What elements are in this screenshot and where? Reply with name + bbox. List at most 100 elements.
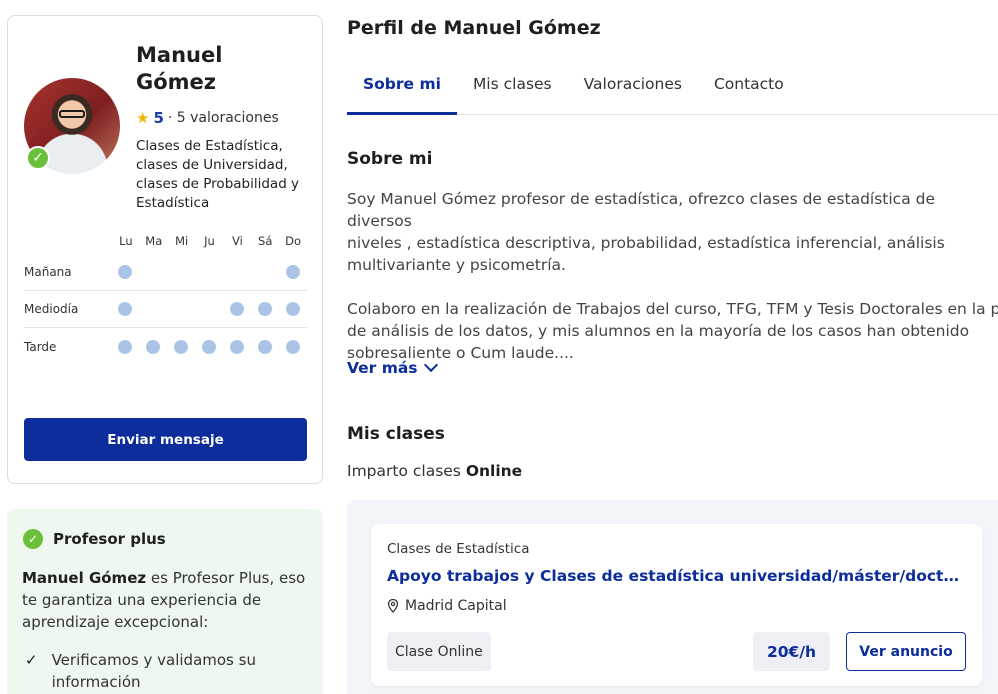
availability-row: Mediodía (24, 291, 307, 328)
availability-cell (139, 265, 167, 279)
availability-cell (111, 265, 139, 279)
map-pin-icon (387, 599, 399, 613)
class-category: Clases de Estadística (387, 541, 530, 557)
send-message-button[interactable]: Enviar mensaje (24, 418, 307, 461)
available-dot (173, 339, 188, 354)
tab-valoraciones[interactable]: Valoraciones (568, 62, 698, 115)
profile-tabs: Sobre mi Mis clases Valoraciones Contact… (347, 62, 998, 115)
about-text: Soy Manuel Gómez profesor de estadística… (347, 188, 998, 364)
availability-cell (111, 339, 139, 354)
plus-header: ✓ Profesor plus (23, 529, 166, 549)
tab-sobre-mi[interactable]: Sobre mi (347, 62, 457, 115)
availability-cell (167, 265, 195, 279)
day-label: Mi (175, 234, 189, 248)
classes-panel: Clases de Estadística Apoyo trabajos y C… (347, 500, 998, 694)
location-text: Madrid Capital (405, 598, 507, 614)
checkmark-icon: ✓ (25, 651, 38, 669)
day-label: Ma (145, 234, 163, 248)
unavailable-slot (258, 265, 272, 279)
unavailable-slot (146, 302, 160, 316)
chevron-down-icon (423, 357, 438, 373)
availability-cell (279, 265, 307, 279)
verified-check-icon: ✓ (26, 146, 50, 170)
availability-table: Lu Ma Mi Ju Vi Sá Do Mañana Mediodía Tarde (24, 234, 307, 365)
unavailable-slot (202, 302, 216, 316)
classes-title: Mis clases (347, 424, 445, 444)
availability-cell (167, 339, 195, 354)
page-title: Perfil de Manuel Gómez (347, 17, 601, 39)
plus-item-text: Verificamos y validamos su información (51, 651, 256, 691)
availability-cell (251, 265, 279, 279)
availability-cell (223, 339, 251, 354)
about-paragraph-2-rest: de análisis de los datos, y mis alumnos … (347, 322, 970, 362)
see-more-link[interactable]: Ver más (347, 357, 438, 377)
teaches-prefix: Imparto clases (347, 462, 466, 480)
availability-row: Mañana (24, 254, 307, 291)
available-dot (201, 339, 216, 354)
available-dot (285, 339, 300, 354)
unavailable-slot (202, 265, 216, 279)
availability-cell (167, 302, 195, 316)
see-more-label: Ver más (347, 359, 418, 377)
day-label: Lu (119, 234, 133, 248)
rating-count[interactable]: · 5 valoraciones (168, 110, 279, 126)
profile-card: ✓ Manuel Gómez ★ 5 · 5 valoraciones Clas… (7, 15, 323, 484)
star-icon: ★ (136, 109, 150, 127)
availability-cell (251, 302, 279, 316)
plus-title: Profesor plus (53, 530, 166, 548)
available-dot (285, 302, 300, 316)
availability-cell (195, 302, 223, 316)
availability-row: Tarde (24, 328, 307, 365)
teaches-mode-value: Online (465, 462, 523, 480)
available-dot (145, 339, 160, 354)
rating-row: ★ 5 · 5 valoraciones (136, 109, 279, 127)
available-dot (229, 339, 244, 354)
availability-cell (111, 302, 139, 316)
availability-cell (139, 302, 167, 316)
class-location: Madrid Capital (387, 598, 507, 614)
unavailable-slot (146, 265, 160, 279)
available-dot (229, 302, 244, 316)
view-ad-button[interactable]: Ver anuncio (846, 632, 966, 671)
availability-cell (223, 265, 251, 279)
available-dot (117, 302, 132, 316)
about-paragraph-2: Colaboro en la realización de Trabajos d… (347, 298, 998, 364)
availability-cell (223, 302, 251, 316)
availability-cell (195, 265, 223, 279)
tab-contacto[interactable]: Contacto (698, 62, 800, 115)
class-card[interactable]: Clases de Estadística Apoyo trabajos y C… (371, 524, 982, 686)
available-dot (257, 302, 272, 316)
available-dot (257, 339, 272, 354)
tab-mis-clases[interactable]: Mis clases (457, 62, 568, 115)
available-dot (285, 265, 300, 279)
unavailable-slot (174, 302, 188, 316)
availability-slot-label: Mañana (24, 265, 72, 279)
class-title-link[interactable]: Apoyo trabajos y Clases de estadística u… (387, 567, 967, 585)
about-title: Sobre mi (347, 149, 433, 169)
rating-value: 5 (153, 109, 164, 127)
availability-cell (279, 302, 307, 316)
class-mode-chip: Clase Online (387, 632, 491, 671)
day-label: Ju (204, 234, 215, 248)
profesor-plus-card: ✓ Profesor plus Manuel Gómez es Profesor… (7, 509, 323, 694)
plus-list-item: ✓ Verificamos y validamos su información (25, 649, 305, 693)
availability-cell (195, 339, 223, 354)
availability-days: Lu Ma Mi Ju Vi Sá Do (24, 234, 307, 254)
day-label: Vi (231, 234, 243, 248)
plus-name: Manuel Gómez (22, 569, 147, 587)
teacher-name: Manuel Gómez (136, 43, 223, 94)
price-chip: 20€/h (753, 632, 830, 671)
availability-slot-label: Mediodía (24, 302, 79, 316)
availability-slot-label: Tarde (24, 339, 57, 354)
unavailable-slot (174, 265, 188, 279)
about-paragraph-2-line-1: Colaboro en la realización de Trabajos d… (347, 300, 998, 318)
available-dot (117, 265, 132, 279)
day-label: Do (285, 234, 302, 248)
about-paragraph-1: Soy Manuel Gómez profesor de estadística… (347, 190, 945, 274)
availability-cell (139, 339, 167, 354)
check-circle-icon: ✓ (23, 529, 43, 549)
availability-cell (279, 339, 307, 354)
day-label: Sá (258, 234, 273, 248)
teaches-mode: Imparto clases Online (347, 462, 522, 480)
subjects-list: Clases de Estadística, clases de Univers… (136, 138, 300, 211)
